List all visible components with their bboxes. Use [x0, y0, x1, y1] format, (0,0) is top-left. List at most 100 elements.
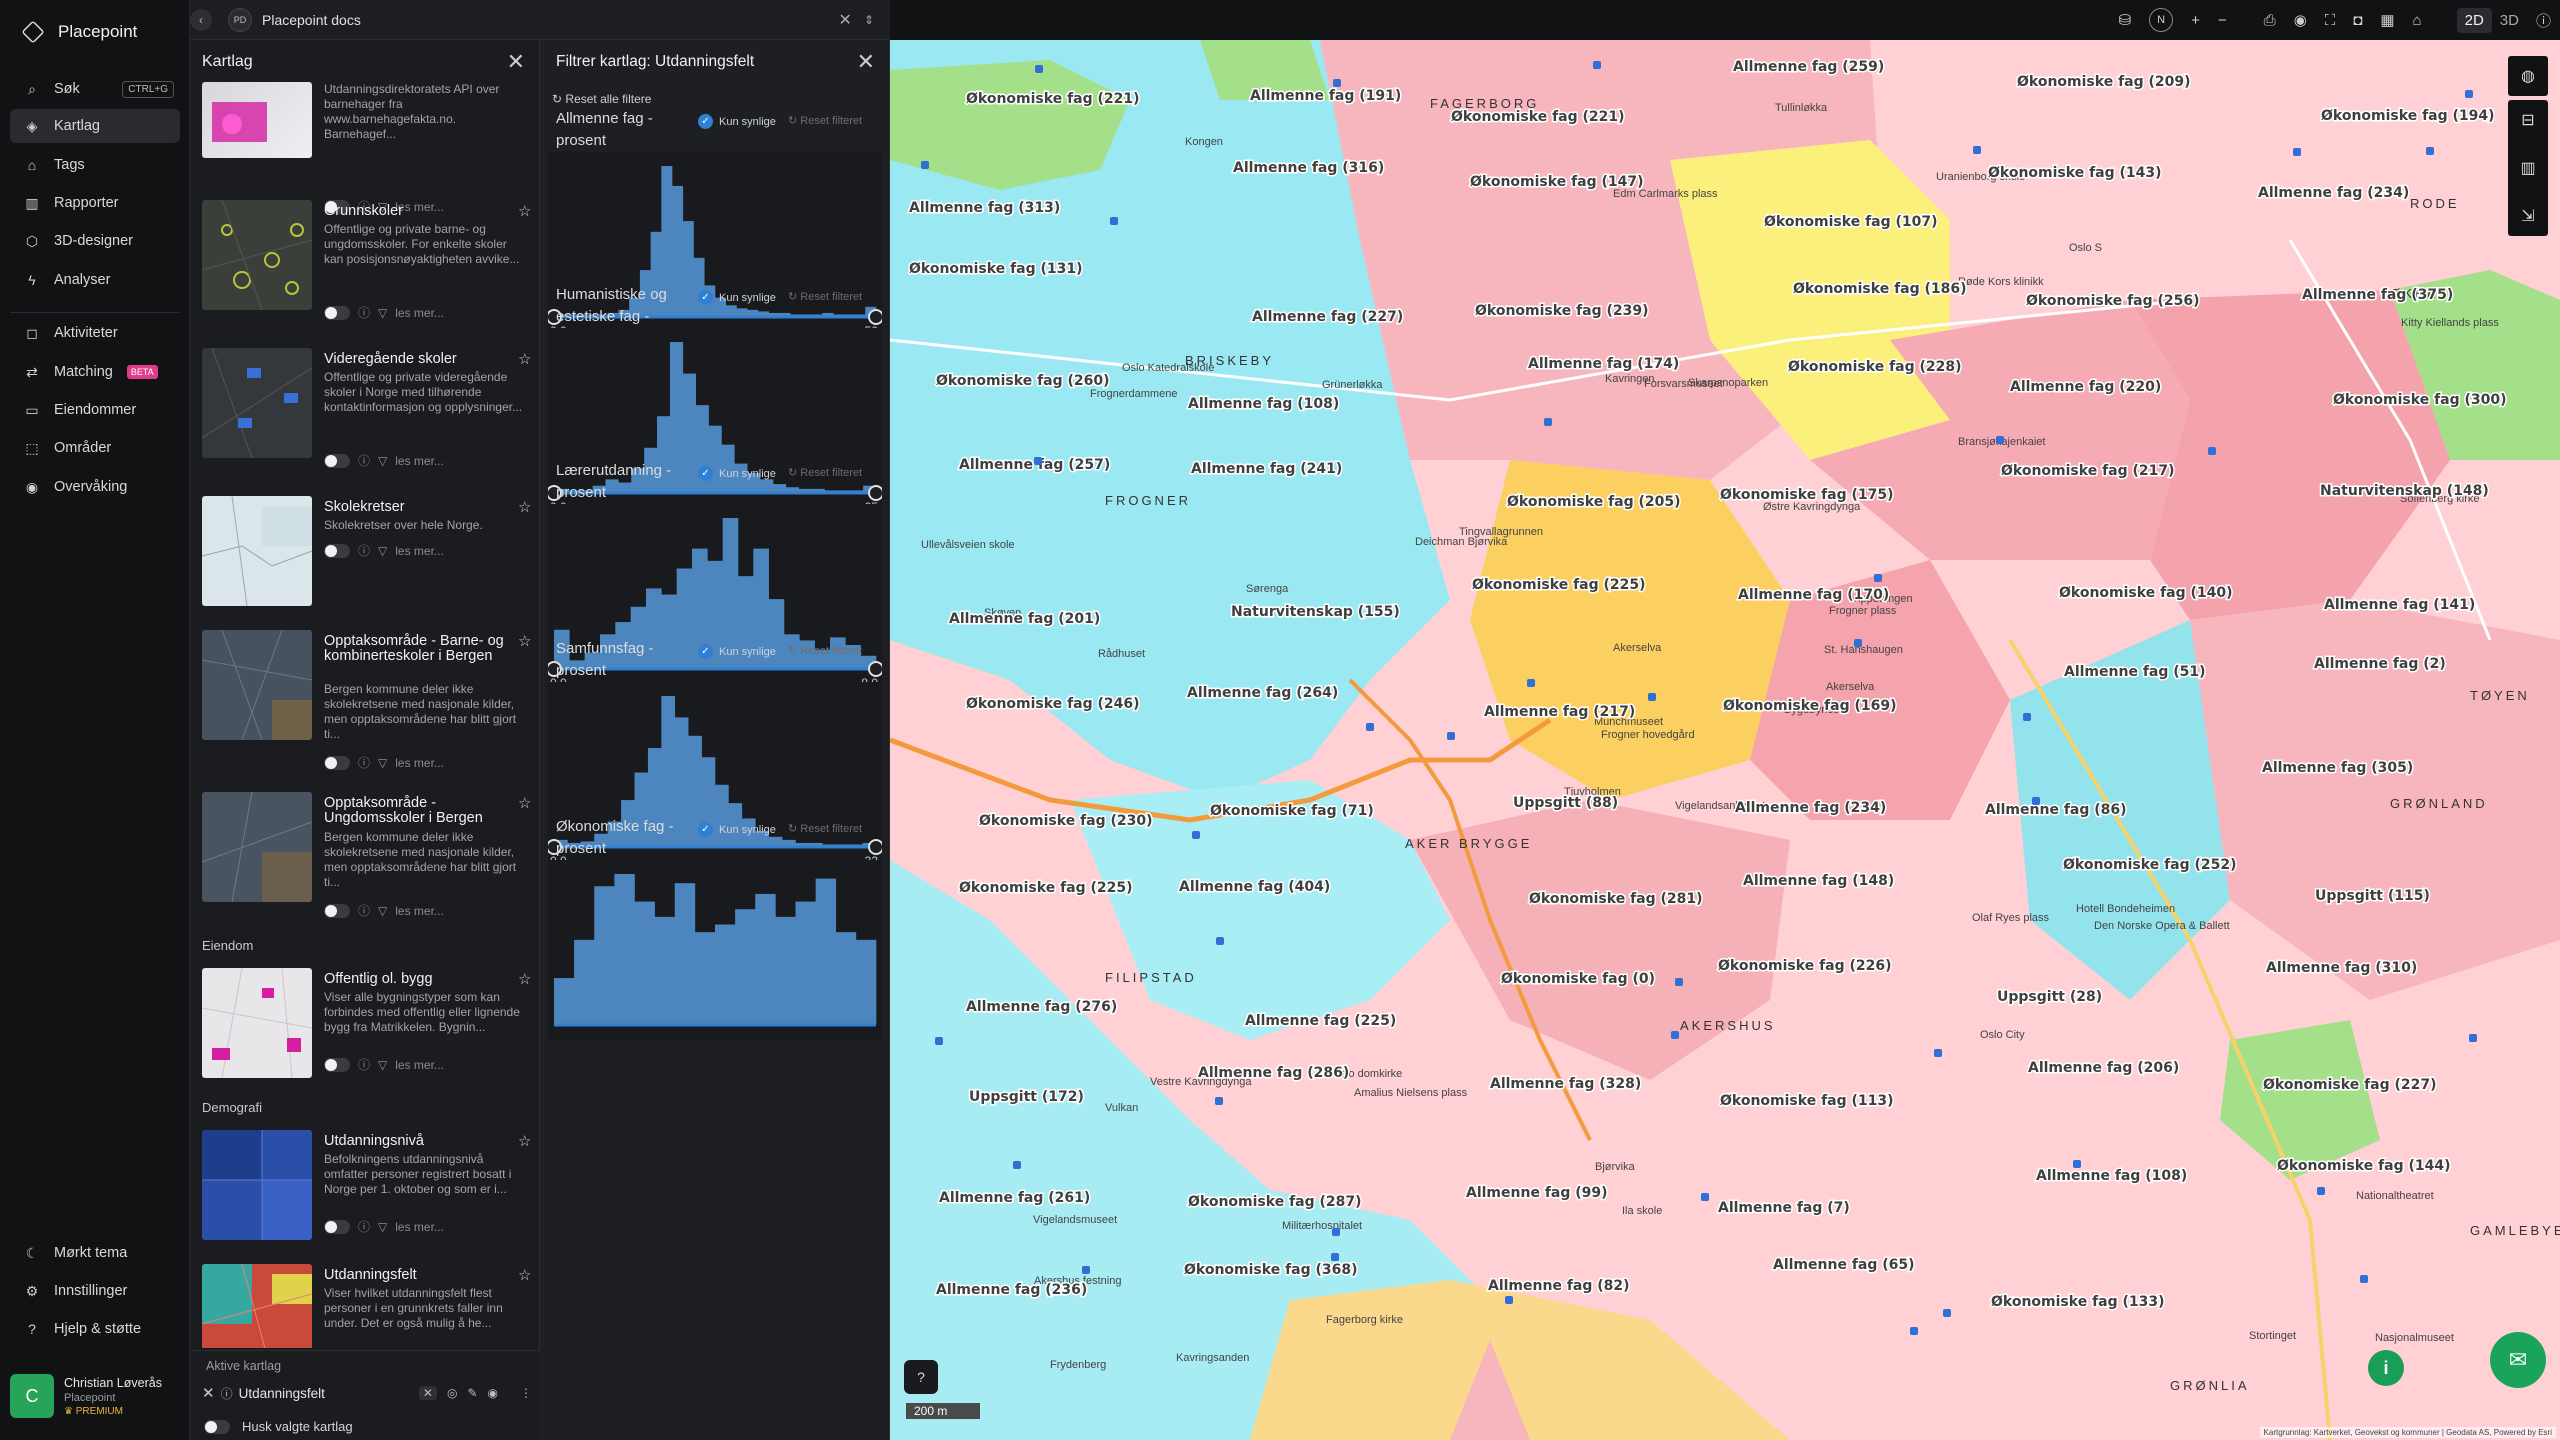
- transit-stop-icon[interactable]: [1366, 723, 1374, 731]
- info-icon[interactable]: ⓘ: [358, 304, 370, 321]
- transit-stop-icon[interactable]: [1332, 1228, 1340, 1236]
- info-icon[interactable]: ⓘ: [358, 542, 370, 559]
- star-icon[interactable]: ☆: [518, 632, 531, 650]
- filter-icon[interactable]: ▽: [378, 756, 387, 770]
- transit-stop-icon[interactable]: [2208, 447, 2216, 455]
- star-icon[interactable]: ☆: [518, 350, 531, 368]
- transit-stop-icon[interactable]: [1216, 937, 1224, 945]
- nav-item-kartlag[interactable]: ◈ Kartlag: [10, 109, 180, 143]
- filter-icon[interactable]: ▽: [378, 306, 387, 320]
- layer-toggle[interactable]: [324, 453, 350, 468]
- info-icon[interactable]: ⓘ: [358, 1218, 370, 1235]
- nav-item-analyser[interactable]: ϟ Analyser: [10, 263, 180, 297]
- reset-filter-button[interactable]: ↻ Reset filteret: [788, 466, 862, 479]
- read-more-link[interactable]: les mer...: [395, 306, 444, 320]
- collapse-sidebar-button[interactable]: ‹: [190, 8, 212, 31]
- transit-stop-icon[interactable]: [1034, 457, 1042, 465]
- chat-support-button[interactable]: ✉: [2490, 1332, 2546, 1388]
- star-icon[interactable]: ☆: [518, 1266, 530, 1284]
- filter-icon[interactable]: ▽: [378, 454, 387, 468]
- read-more-link[interactable]: les mer...: [395, 756, 444, 770]
- more-icon[interactable]: ⋮: [520, 1386, 532, 1400]
- transit-stop-icon[interactable]: [1215, 1097, 1223, 1105]
- nav-item-tags[interactable]: ⌂ Tags: [10, 148, 180, 182]
- transit-stop-icon[interactable]: [1544, 418, 1552, 426]
- layer-toggle[interactable]: [324, 543, 350, 558]
- only-visible-checkbox[interactable]: ✓ Kun synlige: [698, 644, 776, 659]
- transit-stop-icon[interactable]: [2293, 148, 2301, 156]
- only-visible-checkbox[interactable]: ✓ Kun synlige: [698, 466, 776, 481]
- remove-icon[interactable]: ✕: [202, 1384, 215, 1402]
- bookmark-icon[interactable]: ⌂: [2413, 12, 2422, 29]
- range-handle-max[interactable]: [868, 309, 884, 325]
- transit-stop-icon[interactable]: [1082, 1266, 1090, 1274]
- info-icon[interactable]: ⓘ: [358, 452, 370, 469]
- style-icon[interactable]: ◎: [447, 1386, 457, 1400]
- remember-layers[interactable]: Husk valgte kartlag: [204, 1419, 353, 1434]
- nav-item-dark-theme[interactable]: ☾ Mørkt tema: [10, 1236, 180, 1270]
- zoom-out-icon[interactable]: −: [2218, 12, 2227, 29]
- transit-stop-icon[interactable]: [921, 161, 929, 169]
- range-handle-max[interactable]: [868, 661, 884, 677]
- transit-stop-icon[interactable]: [1874, 574, 1882, 582]
- transit-stop-icon[interactable]: [1593, 61, 1601, 69]
- map-info-button[interactable]: i: [2368, 1350, 2404, 1386]
- transit-stop-icon[interactable]: [1013, 1161, 1021, 1169]
- reset-filter-button[interactable]: ↻ Reset filteret: [788, 290, 862, 303]
- nav-item-rapporter[interactable]: ▥ Rapporter: [10, 186, 180, 220]
- close-icon[interactable]: ✕: [857, 49, 875, 75]
- transit-stop-icon[interactable]: [2032, 797, 2040, 805]
- compass-button[interactable]: N: [2149, 8, 2174, 32]
- eye-icon[interactable]: ◉: [2294, 11, 2307, 29]
- only-visible-checkbox[interactable]: ✓ Kun synlige: [698, 290, 776, 305]
- brand[interactable]: Placepoint: [0, 0, 189, 64]
- fullscreen-icon[interactable]: ⛶: [2325, 12, 2336, 29]
- layer-toggle[interactable]: [324, 1057, 350, 1072]
- info-icon[interactable]: ⓘ: [358, 754, 370, 771]
- transit-stop-icon[interactable]: [1996, 436, 2004, 444]
- reset-filter-button[interactable]: ↻ Reset filteret: [788, 114, 862, 127]
- measure-icon[interactable]: ⊟: [2508, 100, 2548, 140]
- doc-title[interactable]: Placepoint docs: [262, 12, 361, 28]
- layer-toggle[interactable]: [324, 1219, 350, 1234]
- transit-stop-icon[interactable]: [2426, 147, 2434, 155]
- chevron-updown-icon[interactable]: ⇕: [864, 13, 874, 27]
- map-help-button[interactable]: ?: [904, 1360, 938, 1394]
- transit-stop-icon[interactable]: [2469, 1034, 2477, 1042]
- read-more-link[interactable]: les mer...: [395, 454, 444, 468]
- transit-stop-icon[interactable]: [1701, 1193, 1709, 1201]
- transit-stop-icon[interactable]: [1527, 679, 1535, 687]
- nav-item-search[interactable]: ⌕ Søk CTRL+G: [10, 72, 180, 106]
- layers-stack-icon[interactable]: ⛁: [2119, 11, 2132, 29]
- map-canvas[interactable]: Vigelandsanlegget Frognerdammene Frogner h…: [890, 40, 2560, 1440]
- filter-icon[interactable]: ▽: [378, 1220, 387, 1234]
- info-icon[interactable]: ⓘ: [358, 1056, 370, 1073]
- transit-stop-icon[interactable]: [1331, 1253, 1339, 1261]
- nav-item-overvaking[interactable]: ◉ Overvåking: [10, 470, 180, 504]
- mode-3d-button[interactable]: 3D: [2492, 8, 2527, 33]
- transit-stop-icon[interactable]: [1333, 79, 1341, 87]
- layer-card-utdanningsfelt[interactable]: Utdanningsfelt ☆ Viser hvilket utdanning…: [200, 1264, 530, 1348]
- transit-stop-icon[interactable]: [2073, 1160, 2081, 1168]
- only-visible-checkbox[interactable]: ✓ Kun synlige: [698, 822, 776, 837]
- transit-stop-icon[interactable]: [2023, 713, 2031, 721]
- edit-icon[interactable]: ✎: [467, 1386, 477, 1400]
- transit-stop-icon[interactable]: [935, 1037, 943, 1045]
- transit-stop-icon[interactable]: [1447, 732, 1455, 740]
- nav-item-help[interactable]: ? Hjelp & støtte: [10, 1312, 180, 1346]
- transit-stop-icon[interactable]: [1505, 1296, 1513, 1304]
- range-handle-max[interactable]: [868, 485, 884, 501]
- filter-icon[interactable]: ▽: [378, 904, 387, 918]
- transit-stop-icon[interactable]: [1110, 217, 1118, 225]
- transit-stop-icon[interactable]: [1910, 1327, 1918, 1335]
- reset-filter-button[interactable]: ↻ Reset filteret: [788, 822, 862, 835]
- filter-icon[interactable]: ▽: [378, 1058, 387, 1072]
- transit-stop-icon[interactable]: [2465, 90, 2473, 98]
- layer-toggle[interactable]: [324, 755, 350, 770]
- read-more-link[interactable]: les mer...: [395, 544, 444, 558]
- transit-stop-icon[interactable]: [2317, 1187, 2325, 1195]
- star-icon[interactable]: ☆: [518, 1132, 531, 1150]
- reset-all-filters-button[interactable]: ↻ Reset alle filtere: [552, 92, 651, 106]
- transit-stop-icon[interactable]: [1943, 1309, 1951, 1317]
- info-icon[interactable]: ⓘ: [358, 902, 370, 919]
